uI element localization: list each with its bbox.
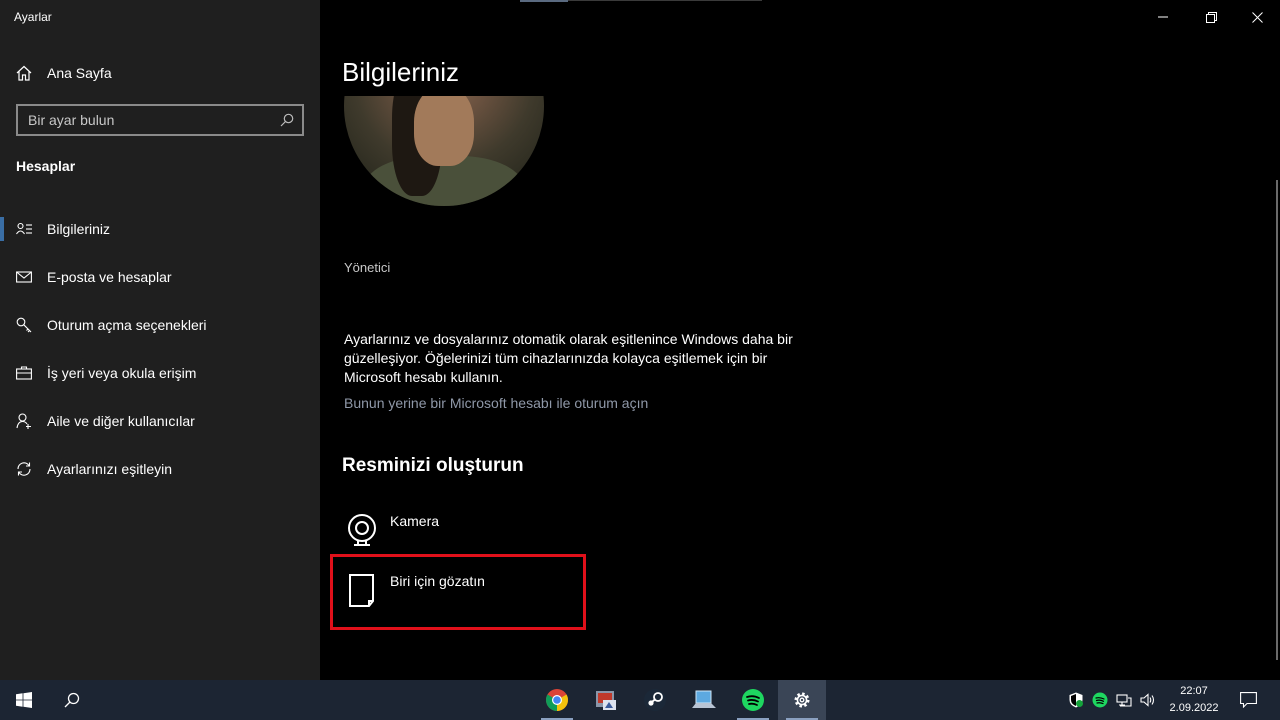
taskbar-image-viewer[interactable] <box>582 680 630 720</box>
sidebar-item-aile[interactable]: Aile ve diğer kullanıcılar <box>0 397 320 445</box>
home-link[interactable]: Ana Sayfa <box>16 62 306 84</box>
taskbar-settings[interactable] <box>778 680 826 720</box>
close-button[interactable] <box>1246 6 1268 28</box>
spotify-icon <box>1092 692 1108 708</box>
volume-icon <box>1140 693 1155 707</box>
sidebar-item-label: Oturum açma seçenekleri <box>47 317 207 333</box>
page-title: Bilgileriniz <box>342 57 460 87</box>
taskbar-spotify[interactable] <box>729 680 777 720</box>
sidebar-nav: Bilgileriniz E-posta ve hesaplar Oturum … <box>0 205 320 493</box>
taskbar-chrome[interactable] <box>533 680 581 720</box>
search-icon[interactable] <box>280 113 294 127</box>
settings-icon <box>794 692 810 708</box>
restore-button[interactable] <box>1200 6 1222 28</box>
network-icon <box>1116 694 1132 707</box>
briefcase-icon <box>16 365 32 381</box>
account-role: Yönetici <box>344 260 391 275</box>
person-add-icon <box>16 413 32 429</box>
person-info-icon <box>16 221 32 237</box>
sidebar-item-label: Ayarlarınızı eşitleyin <box>47 461 173 477</box>
tray-spotify[interactable] <box>1092 692 1108 708</box>
search-icon <box>64 692 80 708</box>
sidebar-item-eposta[interactable]: E-posta ve hesaplar <box>0 253 320 301</box>
sidebar-item-label: Bilgileriniz <box>47 221 111 237</box>
sidebar-item-esitleme[interactable]: Ayarlarınızı eşitleyin <box>0 445 320 493</box>
taskbar-clock[interactable]: 22:07 2.09.2022 <box>1162 683 1226 717</box>
clock-time: 22:07 <box>1180 685 1208 697</box>
spotify-icon <box>742 689 764 711</box>
sidebar-item-bilgileriniz[interactable]: Bilgileriniz <box>0 205 320 253</box>
camera-icon <box>346 513 378 551</box>
sidebar-item-label: E-posta ve hesaplar <box>47 269 172 285</box>
steam-icon <box>644 689 666 711</box>
close-icon <box>1251 11 1263 23</box>
chrome-icon <box>546 689 568 711</box>
camera-option[interactable]: Kamera <box>346 510 566 550</box>
app-title: Ayarlar <box>14 10 52 24</box>
restore-icon <box>1205 11 1217 23</box>
taskbar-search-button[interactable] <box>48 680 96 720</box>
notification-icon <box>1239 692 1257 708</box>
minimize-icon <box>1158 16 1168 18</box>
highlight-box <box>330 554 586 630</box>
taskbar-laptop[interactable] <box>680 680 728 720</box>
minimize-button[interactable] <box>1152 6 1174 28</box>
avatar <box>344 96 544 206</box>
scrollbar[interactable] <box>1276 180 1278 660</box>
taskbar: 22:07 2.09.2022 <box>0 680 1280 720</box>
sidebar: Ayarlar Ana Sayfa Hesaplar Bilgileriniz … <box>0 0 320 680</box>
sync-icon <box>16 461 32 477</box>
camera-label: Kamera <box>390 513 440 529</box>
laptop-icon <box>692 690 716 708</box>
create-picture-title: Resminizi oluşturun <box>342 455 524 476</box>
sidebar-item-label: İş yeri veya okula erişim <box>47 365 197 381</box>
shield-icon <box>1069 692 1083 708</box>
mail-icon <box>16 269 32 285</box>
tray-volume[interactable] <box>1140 692 1156 708</box>
sidebar-item-is-yeri[interactable]: İş yeri veya okula erişim <box>0 349 320 397</box>
search-box[interactable] <box>16 104 304 136</box>
section-title: Hesaplar <box>16 158 76 174</box>
sidebar-item-oturum-acma[interactable]: Oturum açma seçenekleri <box>0 301 320 349</box>
tray-security[interactable] <box>1068 692 1084 708</box>
tray-network[interactable] <box>1116 692 1132 708</box>
taskbar-steam[interactable] <box>631 680 679 720</box>
progress-accent <box>520 0 568 2</box>
home-label: Ana Sayfa <box>47 65 112 81</box>
microsoft-signin-link[interactable]: Bunun yerine bir Microsoft hesabı ile ot… <box>344 395 648 411</box>
sidebar-item-label: Aile ve diğer kullanıcılar <box>47 413 195 429</box>
start-button[interactable] <box>0 680 48 720</box>
sync-info-text: Ayarlarınız ve dosyalarınız otomatik ola… <box>344 331 793 385</box>
key-icon <box>16 317 32 333</box>
clock-date: 2.09.2022 <box>1169 702 1219 714</box>
windows-icon <box>16 692 32 708</box>
notification-center-button[interactable] <box>1226 680 1270 720</box>
settings-window: Ayarlar Ana Sayfa Hesaplar Bilgileriniz … <box>0 0 1280 680</box>
profile-picture <box>344 96 544 206</box>
search-input[interactable] <box>28 112 280 128</box>
home-icon <box>16 65 32 81</box>
image-viewer-icon <box>596 691 616 710</box>
